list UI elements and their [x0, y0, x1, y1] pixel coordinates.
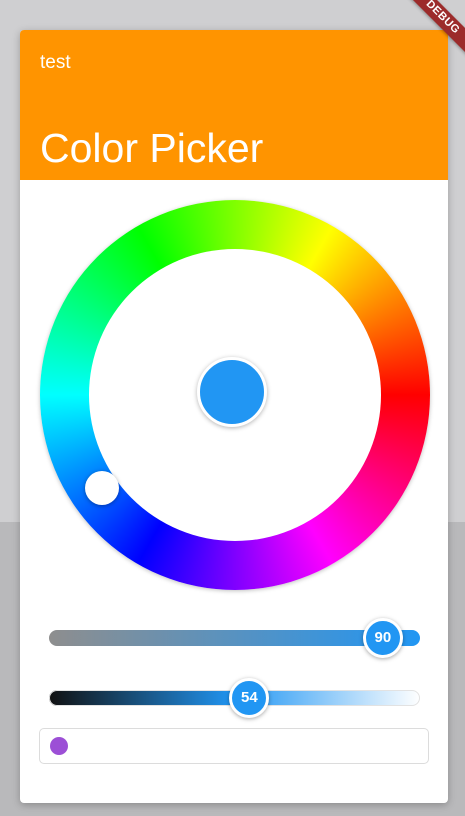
color-picker-dialog: test Color Picker 90 54 — [20, 30, 448, 803]
dialog-title: Color Picker — [40, 125, 264, 171]
brightness-slider-thumb[interactable]: 54 — [229, 678, 270, 718]
selected-color-preview — [197, 357, 267, 427]
brightness-slider[interactable]: 54 — [49, 678, 420, 718]
dialog-subtitle: test — [40, 52, 71, 73]
hue-handle[interactable] — [85, 471, 119, 505]
dialog-header: test Color Picker — [20, 30, 448, 180]
saturation-slider-thumb[interactable]: 90 — [362, 618, 403, 658]
saturation-slider[interactable]: 90 — [49, 618, 420, 658]
color-input-field[interactable] — [39, 728, 429, 764]
color-dot-icon — [50, 737, 68, 755]
